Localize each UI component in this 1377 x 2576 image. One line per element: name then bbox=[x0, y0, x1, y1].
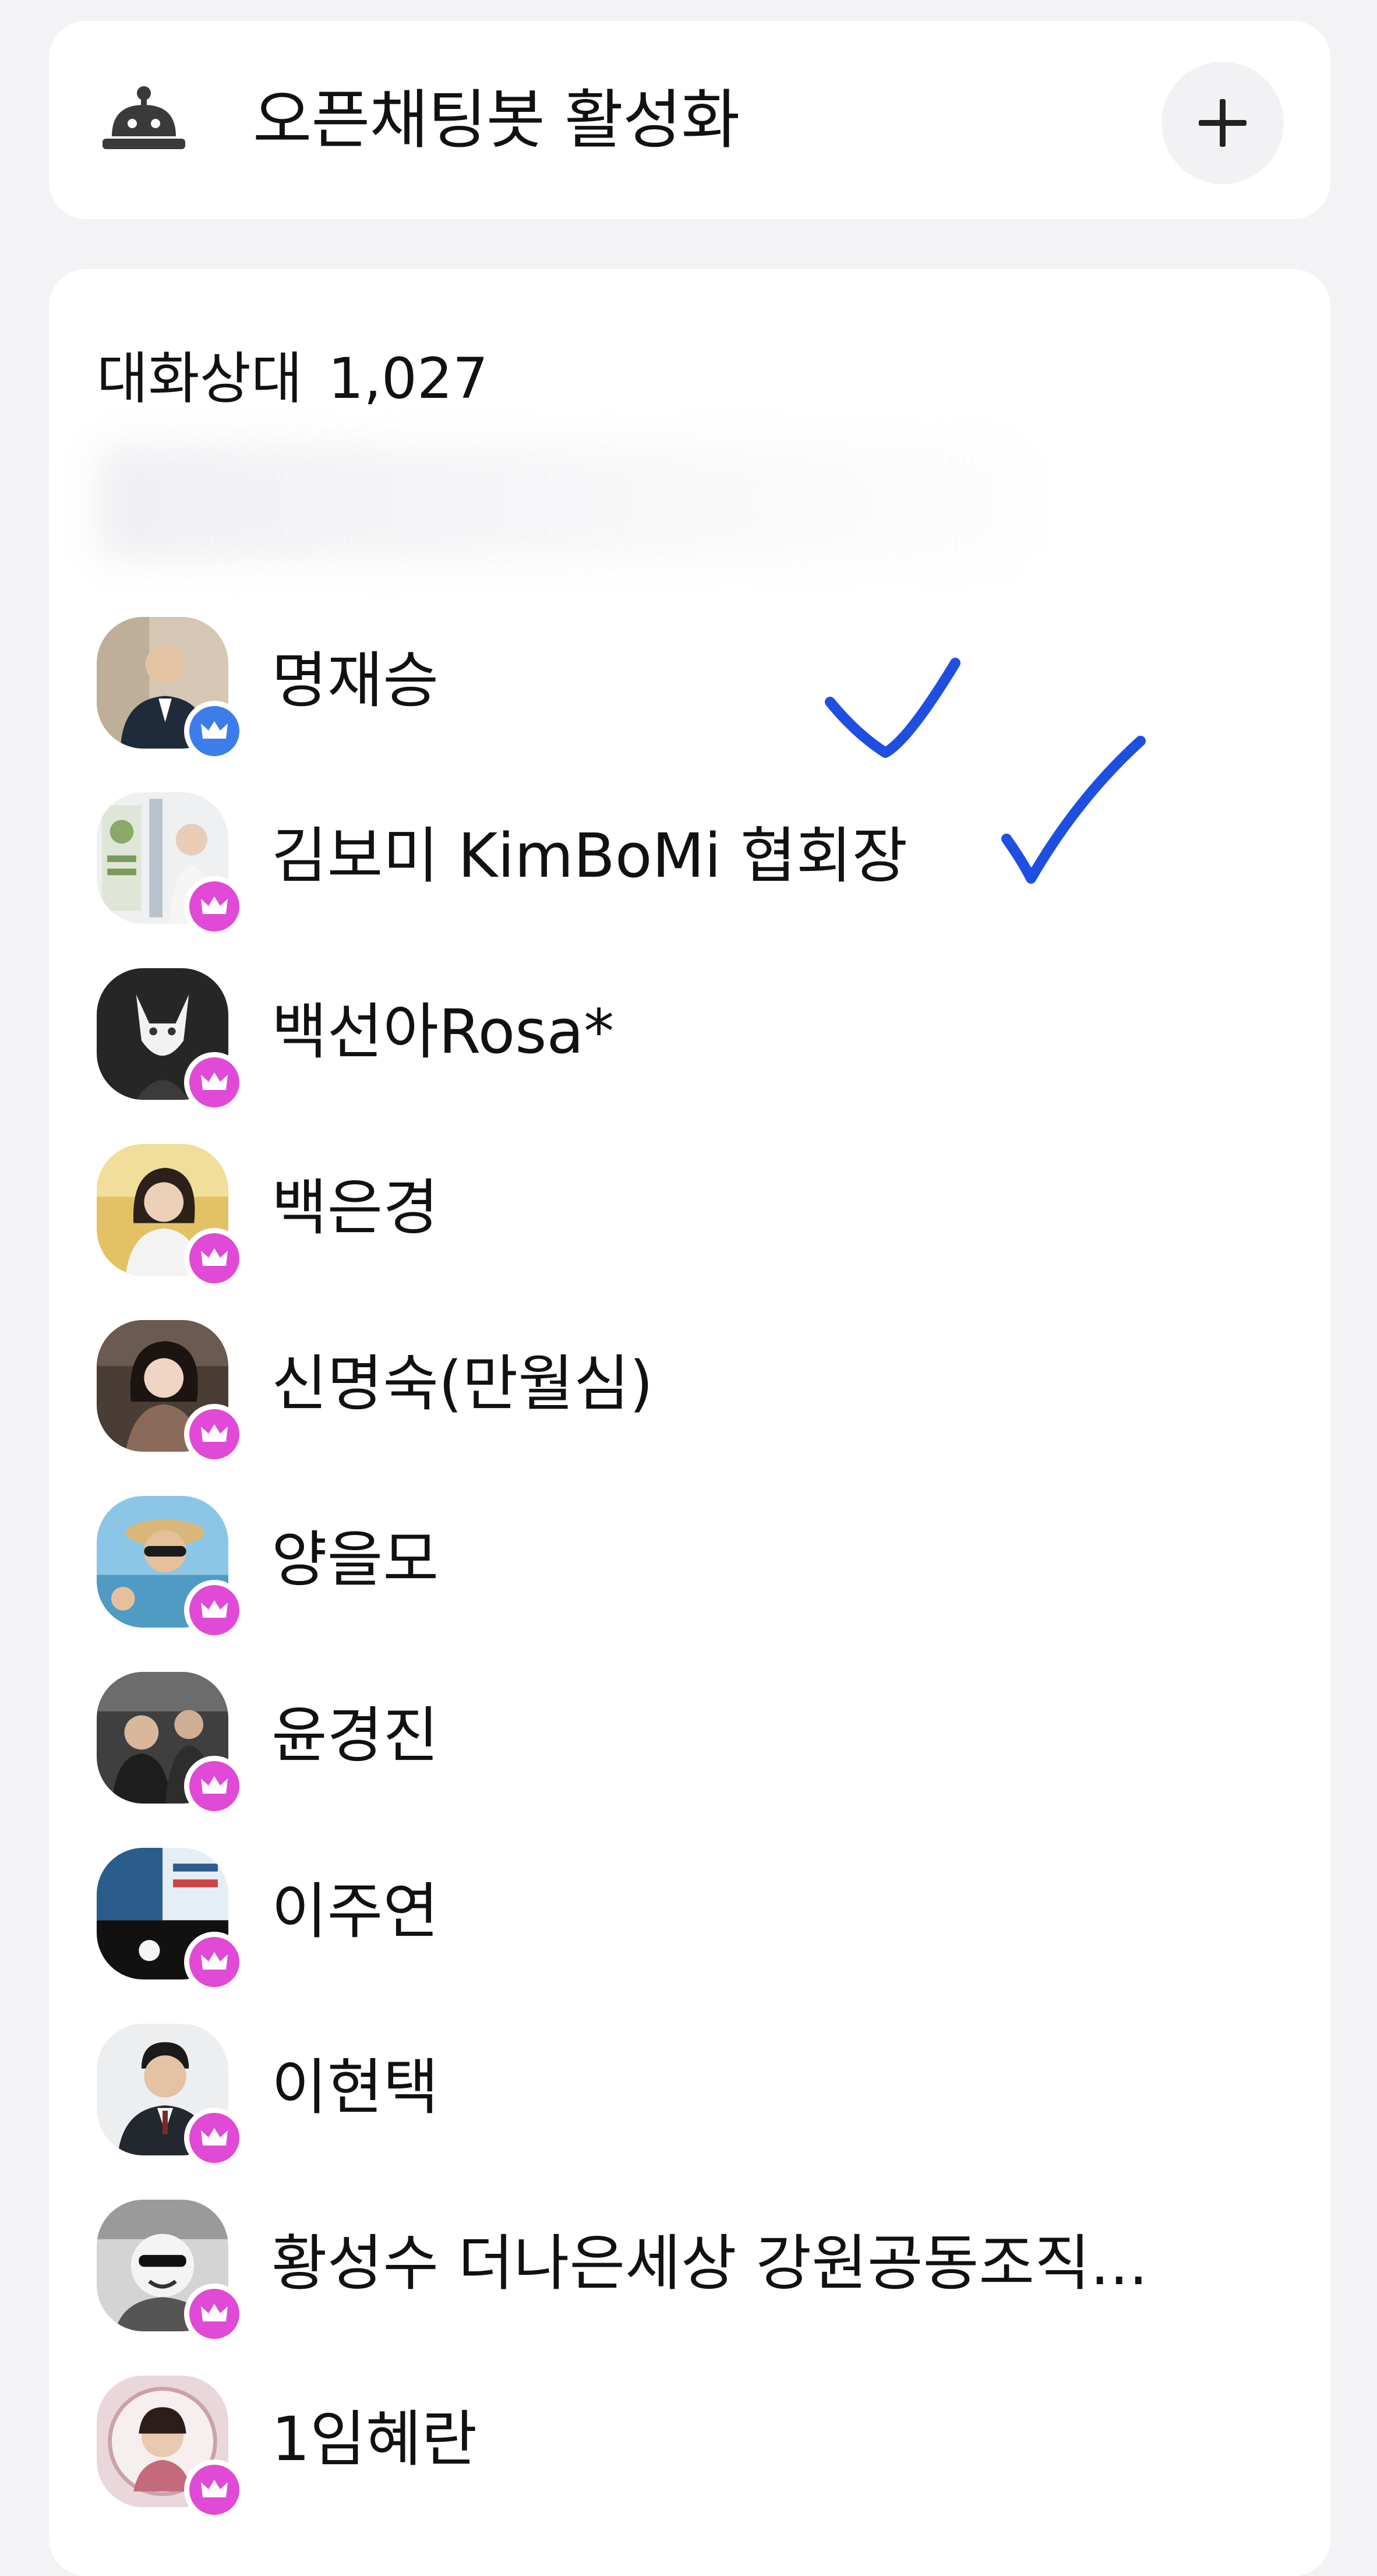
crown-badge bbox=[184, 1404, 245, 1465]
member-item[interactable]: 백은경 bbox=[97, 1131, 1297, 1289]
crown-badge bbox=[184, 2459, 245, 2520]
openchat-bot-card[interactable]: 오픈채팅봇 활성화 bbox=[49, 21, 1330, 219]
crown-badge bbox=[184, 1228, 245, 1289]
crown-badge bbox=[184, 1052, 245, 1113]
crown-badge bbox=[184, 2108, 245, 2168]
member-name: 백은경 bbox=[271, 1172, 439, 1243]
member-name: 이주연 bbox=[271, 1876, 439, 1947]
member-item[interactable]: 이주연 bbox=[97, 1835, 1297, 1992]
blurred-row bbox=[97, 444, 1029, 560]
participants-label: 대화상대 bbox=[97, 346, 303, 411]
member-name: 신명숙(만월심) bbox=[271, 1348, 654, 1419]
crown-badge bbox=[184, 1756, 245, 1816]
member-name: 백선아Rosa* bbox=[271, 996, 615, 1067]
member-item[interactable]: 백선아Rosa* bbox=[97, 955, 1297, 1113]
add-bot-button[interactable] bbox=[1161, 62, 1284, 184]
crown-badge bbox=[184, 2284, 245, 2344]
member-name: 1임혜란 bbox=[271, 2404, 478, 2475]
bell-robot-icon bbox=[100, 85, 188, 155]
crown-badge bbox=[184, 1932, 245, 1992]
member-item[interactable]: 윤경진 bbox=[97, 1659, 1297, 1816]
member-name: 윤경진 bbox=[271, 1700, 439, 1771]
participants-card: 대화상대 1,027 명재승 김보미 KimBoMi 협회장 백선아Rosa* … bbox=[49, 269, 1330, 2576]
member-item[interactable]: 신명숙(만월심) bbox=[97, 1307, 1297, 1465]
member-item[interactable]: 황성수 더나은세상 강원공동조직... bbox=[97, 2187, 1297, 2344]
crown-badge bbox=[184, 1580, 245, 1640]
participants-header: 대화상대 1,027 bbox=[97, 333, 488, 414]
member-item[interactable]: 양을모 bbox=[97, 1483, 1297, 1640]
member-name: 이현택 bbox=[271, 2052, 439, 2123]
member-name: 황성수 더나은세상 강원공동조직... bbox=[271, 2228, 1148, 2299]
member-name: 김보미 KimBoMi 협회장 bbox=[271, 820, 908, 891]
member-item[interactable]: 이현택 bbox=[97, 2011, 1297, 2168]
crown-badge bbox=[184, 701, 245, 761]
crown-badge bbox=[184, 876, 245, 937]
member-item[interactable]: 1임혜란 bbox=[97, 2363, 1297, 2520]
plus-icon bbox=[1199, 99, 1247, 147]
bot-activate-title: 오픈채팅봇 활성화 bbox=[253, 83, 740, 157]
member-item[interactable]: 명재승 bbox=[97, 604, 1297, 761]
member-name: 양을모 bbox=[271, 1524, 439, 1595]
member-name: 명재승 bbox=[271, 645, 439, 716]
participants-count: 1,027 bbox=[328, 346, 489, 411]
member-item[interactable]: 김보미 KimBoMi 협회장 bbox=[97, 779, 1297, 937]
